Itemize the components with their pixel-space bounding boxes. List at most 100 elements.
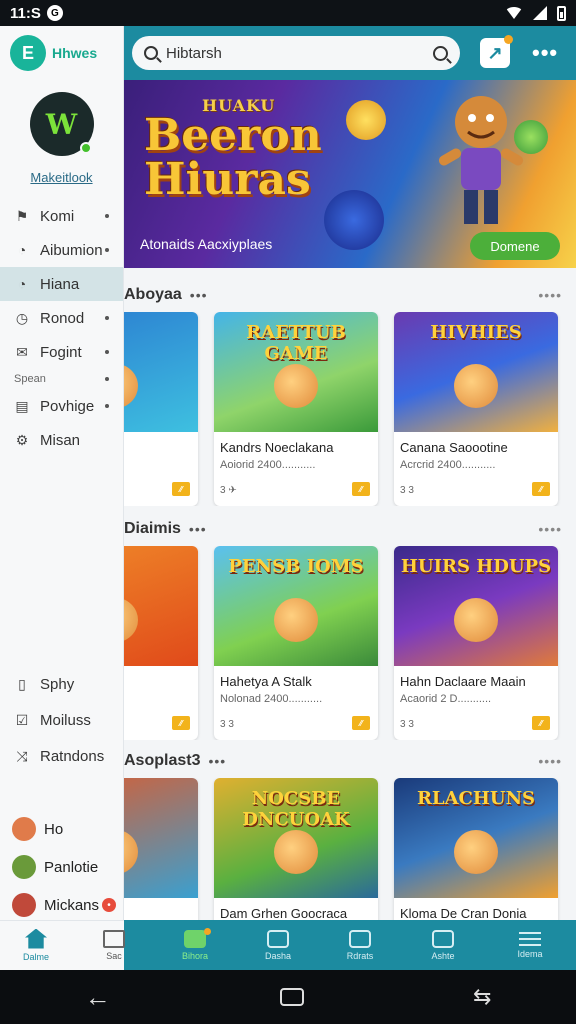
avatar[interactable]: W bbox=[29, 92, 94, 156]
sidebar-item2-1[interactable]: ⚙ Misan bbox=[0, 423, 123, 457]
game-character-icon bbox=[124, 830, 138, 874]
section-more-button[interactable]: •••• bbox=[538, 753, 562, 769]
sidebar-bottom-item-1[interactable]: ☑ Moiluss bbox=[0, 702, 124, 738]
profile-link[interactable]: Makeitlook bbox=[0, 170, 123, 185]
bottom-nav-menu[interactable]: Idema bbox=[500, 920, 560, 970]
bottom-nav-home[interactable]: Dalme bbox=[6, 920, 66, 970]
game-thumbnail: HIVHIES bbox=[394, 312, 558, 432]
game-subtitle: Aoiorid 2400........... bbox=[220, 459, 316, 471]
sidebar-item-label: Aibumion bbox=[40, 241, 103, 259]
section-more-button[interactable]: •••• bbox=[538, 521, 562, 537]
section-row-2: Aarkomaa NOCSBE DNCUOAK Dam Grhen Goocraca… bbox=[124, 778, 576, 920]
game-subtitle: Acrcrid 2400........... bbox=[400, 459, 496, 471]
section-title: Diaimis bbox=[124, 520, 181, 537]
game-character-icon bbox=[124, 598, 138, 642]
friend-item-1[interactable]: Panlotie bbox=[0, 848, 124, 886]
more-dot-icon bbox=[105, 214, 109, 218]
game-thumbnail: HUIRS HDUPS bbox=[394, 546, 558, 666]
banner-title-line1: Beeron bbox=[144, 110, 322, 161]
decor-smiley-icon bbox=[346, 100, 386, 140]
game-title: Hahetya A Stalk bbox=[220, 674, 312, 689]
signal-icon bbox=[533, 6, 547, 20]
bell-icon: ◔ bbox=[17, 242, 27, 258]
sidebar-item-label: Sphy bbox=[40, 675, 75, 693]
home-button-icon[interactable] bbox=[279, 988, 304, 1006]
section-title-more-icon[interactable]: ••• bbox=[208, 753, 226, 769]
check-icon: ☑ bbox=[15, 711, 29, 728]
sidebar-item2-0[interactable]: ▤ Povhige bbox=[0, 389, 123, 423]
game-thumbnail-title: RAETTUB GAME bbox=[246, 322, 346, 364]
bottom-nav-chat[interactable]: Dasha bbox=[248, 920, 308, 970]
game-meta: 3 3 bbox=[400, 719, 414, 730]
game-card[interactable]: Hiboreaia ⁄⁄ bbox=[124, 312, 198, 506]
bottom-nav-messages[interactable]: Ashte bbox=[413, 920, 473, 970]
wifi-icon bbox=[505, 7, 523, 19]
bottom-nav-gamepad[interactable]: Bihora bbox=[165, 920, 225, 970]
game-card[interactable]: RLACHUNS Kloma De Cran Donia bbox=[394, 778, 558, 920]
game-thumbnail: RLACHUNS bbox=[394, 778, 558, 898]
notification-badge-icon: • bbox=[102, 898, 116, 912]
sidebar-item-2[interactable]: ◔ Hiana bbox=[0, 267, 123, 301]
game-thumbnail-title: HUIRS HDUPS bbox=[400, 556, 552, 577]
section-title-more-icon[interactable]: ••• bbox=[190, 287, 208, 303]
sidebar-item-1[interactable]: ◔ Aibumion bbox=[0, 233, 123, 267]
banner-cta-button[interactable]: Domene bbox=[470, 232, 560, 260]
bottom-nav-document[interactable]: Sac bbox=[84, 920, 144, 970]
sidebar-section-label: Spean bbox=[0, 369, 123, 389]
home-icon bbox=[25, 928, 47, 949]
sidebar-item-3[interactable]: ◷ Ronod bbox=[0, 301, 123, 335]
status-time: 11:S bbox=[10, 4, 41, 22]
brand-logo-icon: E bbox=[10, 35, 46, 71]
brand[interactable]: E Hhwes bbox=[0, 26, 123, 80]
game-character-icon bbox=[274, 364, 318, 408]
back-icon[interactable]: ← bbox=[85, 982, 111, 1013]
decor-ball-icon bbox=[324, 190, 384, 250]
sidebar-item-4[interactable]: ✉ Fogint bbox=[0, 335, 123, 369]
game-card[interactable]: Aarkomaa bbox=[124, 778, 198, 920]
game-thumbnail-title: PENSB IOMS bbox=[228, 556, 364, 577]
friend-name: Mickans bbox=[44, 896, 100, 914]
online-status-icon bbox=[79, 142, 92, 154]
friend-name: Panlotie bbox=[44, 858, 99, 876]
document-icon bbox=[103, 929, 125, 948]
more-dot-icon bbox=[105, 377, 109, 381]
sidebar-bottom-item-2[interactable]: ⤨ Ratndons bbox=[0, 738, 124, 774]
game-card[interactable]: PENSB IOMS Hahetya A Stalk Nolonad 2400...… bbox=[214, 546, 378, 740]
game-title: Aarkomaa bbox=[124, 898, 198, 920]
more-dot-icon bbox=[105, 350, 109, 354]
sidebar-nav: ⚑ Komi ◔ Aibumion ◔ Hiana ◷ Ronod ✉ Fogint Spean ▤ P… bbox=[0, 199, 123, 457]
game-title: Dam Grhen Goocraca bbox=[220, 906, 348, 920]
game-card[interactable]: RAETTUB GAME Kandrs Noeclakana Aoiorid 240… bbox=[214, 312, 378, 506]
sidebar-item-0[interactable]: ⚑ Komi bbox=[0, 199, 123, 233]
sidebar: E Hhwes W Makeitlook ⚑ Komi ◔ Aibumion ◔ Hian… bbox=[0, 26, 124, 970]
more-options-button[interactable]: ••• bbox=[532, 40, 558, 66]
search-icon bbox=[144, 46, 158, 60]
sidebar-bottom-item-0[interactable]: ▯ Sphy bbox=[0, 666, 124, 702]
cog-icon: ⚙ bbox=[15, 431, 29, 448]
search-bar[interactable] bbox=[132, 36, 460, 70]
section-title-more-icon[interactable]: ••• bbox=[189, 521, 207, 537]
send-icon: ✉ bbox=[16, 343, 28, 360]
friend-item-0[interactable]: Ho bbox=[0, 810, 124, 848]
recents-icon[interactable]: ⇆ bbox=[473, 984, 491, 1010]
game-tag-icon: ⁄⁄ bbox=[352, 716, 370, 730]
game-card[interactable]: atrhena ⁄⁄ bbox=[124, 546, 198, 740]
search-submit-icon[interactable] bbox=[433, 45, 448, 61]
bottom-nav-label: Dasha bbox=[264, 950, 291, 961]
featured-banner[interactable]: HUAKU Beeron Hiuras Atonaids Aacxiyplaes… bbox=[124, 80, 576, 268]
friend-name: Ho bbox=[44, 820, 64, 838]
bottom-nav-label: Ashte bbox=[431, 950, 455, 961]
chat-icon bbox=[267, 929, 289, 948]
game-card[interactable]: HIVHIES Canana Saoootine Acrcrid 2400.....… bbox=[394, 312, 558, 506]
brand-name: Hhwes bbox=[52, 45, 98, 61]
game-title: Hiboreaia bbox=[124, 432, 198, 455]
bottom-nav-grid[interactable]: Rdrats bbox=[330, 920, 390, 970]
game-card[interactable]: NOCSBE DNCUOAK Dam Grhen Goocraca bbox=[214, 778, 378, 920]
avatar-monogram: W bbox=[45, 107, 78, 141]
game-title: Canana Saoootine bbox=[400, 440, 508, 455]
game-card[interactable]: HUIRS HDUPS Hahn Daclaare Maain Acaorid 2 … bbox=[394, 546, 558, 740]
search-input[interactable] bbox=[166, 44, 425, 62]
share-button[interactable]: ↗ bbox=[480, 35, 513, 68]
friend-item-2[interactable]: Mickans • bbox=[0, 886, 124, 924]
section-more-button[interactable]: •••• bbox=[538, 287, 562, 303]
